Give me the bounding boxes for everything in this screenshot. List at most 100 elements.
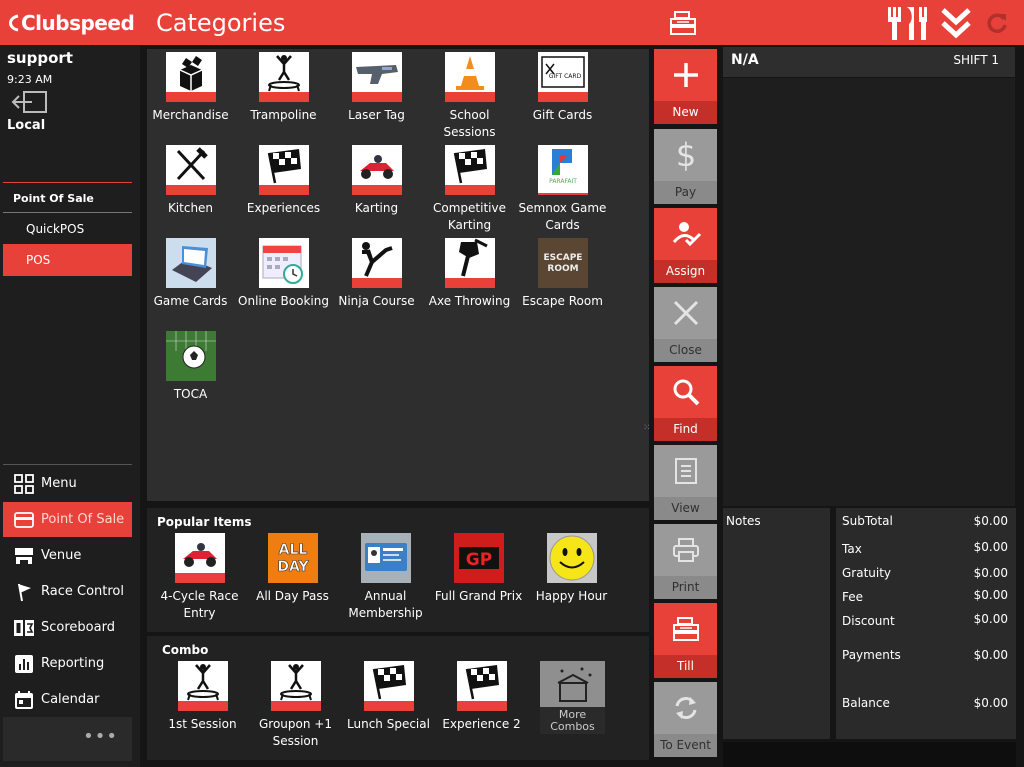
category-tile-trampoline[interactable]: Trampoline — [237, 52, 330, 124]
clubspeed-logo: Clubspeed — [6, 11, 135, 35]
totals-value: $0.00 — [973, 566, 1008, 580]
popular-item-all-day-pass[interactable]: ALL DAY All Day Pass — [246, 533, 339, 605]
nav-calendar[interactable]: Calendar — [3, 682, 132, 717]
totals-row-balance: Balance $0.00 — [842, 696, 1008, 710]
parafait-logo-icon: PARAFAIT — [537, 145, 588, 195]
calendar-clock-icon — [258, 238, 309, 288]
membership-card-icon — [360, 533, 411, 583]
popular-item-happy-hour[interactable]: Happy Hour — [525, 533, 618, 605]
category-tile-gift-cards[interactable]: GIFT CARD Gift Cards — [516, 52, 609, 124]
order-header: N/A SHIFT 1 — [723, 47, 1015, 77]
nav-reporting[interactable]: Reporting — [3, 646, 132, 681]
new-button-label: New — [654, 101, 717, 124]
svg-text:ESCAPE: ESCAPE — [543, 253, 582, 263]
logout-icon[interactable] — [10, 91, 48, 113]
till-button[interactable]: Till — [654, 603, 717, 678]
notes-panel[interactable]: Notes — [723, 508, 830, 739]
fork-knife-icon — [165, 145, 216, 195]
category-tile-laser-tag[interactable]: Laser Tag — [330, 52, 423, 124]
category-tile-competitive-karting[interactable]: Competitive Karting — [423, 145, 516, 234]
cash-register-icon[interactable] — [668, 6, 698, 40]
view-button[interactable]: View — [654, 445, 717, 520]
cash-register-icon — [654, 603, 717, 655]
view-button-label: View — [654, 497, 717, 520]
trampoline-icon — [258, 52, 309, 102]
combo-item-groupon-session[interactable]: Groupon +1 Session — [249, 661, 342, 750]
popular-item-full-grand-prix[interactable]: GP Full Grand Prix — [432, 533, 525, 605]
category-tile-online-booking[interactable]: Online Booking — [237, 238, 330, 310]
category-tile-toca[interactable]: TOCA — [144, 331, 237, 403]
popular-item-label: Annual Membership — [348, 589, 423, 620]
totals-value: $0.00 — [973, 514, 1008, 528]
to-event-button[interactable]: To Event — [654, 682, 717, 757]
combo-item-experience-2[interactable]: Experience 2 — [435, 661, 528, 733]
category-tile-axe-throwing[interactable]: Axe Throwing — [423, 238, 516, 310]
popular-item-annual-membership[interactable]: Annual Membership — [339, 533, 432, 622]
category-label: TOCA — [173, 387, 208, 401]
combo-item-lunch-special[interactable]: Lunch Special — [342, 661, 435, 733]
nav-label: Scoreboard — [41, 620, 115, 635]
svg-text:ROOM: ROOM — [547, 264, 578, 274]
totals-label: Discount — [842, 614, 895, 628]
close-icon — [654, 287, 717, 339]
nav-race-control[interactable]: Race Control — [3, 574, 132, 609]
category-tile-merchandise[interactable]: Merchandise — [144, 52, 237, 124]
double-chevron-down-icon[interactable] — [939, 6, 973, 40]
print-button[interactable]: Print — [654, 524, 717, 599]
fork-knife-icon[interactable] — [884, 6, 930, 40]
card-icon — [13, 509, 35, 531]
nav-menu[interactable]: Menu — [3, 466, 132, 501]
order-items-list[interactable] — [723, 78, 1015, 506]
combo-item-1st-session[interactable]: 1st Session — [156, 661, 249, 733]
nav-label: Reporting — [41, 656, 105, 671]
trampoline-icon — [177, 661, 228, 711]
new-button[interactable]: New — [654, 49, 717, 124]
nav-venue[interactable]: Venue — [3, 538, 132, 573]
combo-item-more-combos[interactable]: More Combos — [540, 661, 605, 734]
scoreboard-icon — [13, 617, 35, 639]
category-tile-escape-room[interactable]: ESCAPE ROOM Escape Room — [516, 238, 609, 310]
svg-text:GP: GP — [465, 550, 491, 570]
combo-item-label: 1st Session — [168, 717, 237, 731]
axe-icon — [444, 238, 495, 288]
refresh-icon[interactable] — [983, 6, 1011, 40]
category-tile-semnox-game-cards[interactable]: PARAFAIT Semnox Game Cards — [516, 145, 609, 234]
category-tile-ninja-course[interactable]: Ninja Course — [330, 238, 423, 310]
nav-scoreboard[interactable]: Scoreboard — [3, 610, 132, 645]
user-location: Local — [7, 118, 46, 133]
more-options-button[interactable]: ••• — [3, 717, 132, 761]
nav-point-of-sale[interactable]: Point Of Sale — [3, 502, 132, 537]
category-tile-game-cards[interactable]: Game Cards — [144, 238, 237, 310]
pay-button-label: Pay — [654, 181, 717, 204]
sidebar-item-pos[interactable]: POS — [3, 244, 132, 276]
dollar-icon: $ — [654, 129, 717, 181]
nav-label: Race Control — [41, 584, 124, 599]
popular-item-4-cycle-race-entry[interactable]: 4-Cycle Race Entry — [153, 533, 246, 622]
combo-item-label: Groupon +1 Session — [259, 717, 332, 748]
order-shift: SHIFT 1 — [953, 53, 999, 67]
category-label: Ninja Course — [338, 294, 415, 308]
category-tile-experiences[interactable]: Experiences — [237, 145, 330, 217]
combo-title: Combo — [162, 643, 209, 657]
category-tile-school-sessions[interactable]: School Sessions — [423, 52, 516, 141]
totals-row-discount: Discount $0.00 — [842, 612, 1008, 628]
find-button[interactable]: Find — [654, 366, 717, 441]
page-title: Categories — [156, 9, 286, 37]
category-tile-karting[interactable]: Karting — [330, 145, 423, 217]
close-button[interactable]: Close — [654, 287, 717, 362]
pay-button[interactable]: $ Pay — [654, 129, 717, 204]
trampoline-icon — [270, 661, 321, 711]
svg-text:GIFT CARD: GIFT CARD — [548, 73, 581, 80]
category-tile-kitchen[interactable]: Kitchen — [144, 145, 237, 217]
sidebar-item-quickpos[interactable]: QuickPOS — [3, 213, 132, 245]
logo-text: Clubspeed — [21, 11, 135, 35]
kart-icon — [351, 145, 402, 195]
totals-row-fee: Fee $0.00 — [842, 588, 1008, 604]
assign-button[interactable]: Assign — [654, 208, 717, 283]
kart-icon — [174, 533, 225, 583]
to-event-button-label: To Event — [654, 734, 717, 757]
document-icon — [654, 445, 717, 497]
totals-label: Balance — [842, 696, 890, 710]
order-customer: N/A — [731, 52, 759, 68]
totals-value: $0.00 — [973, 540, 1008, 554]
